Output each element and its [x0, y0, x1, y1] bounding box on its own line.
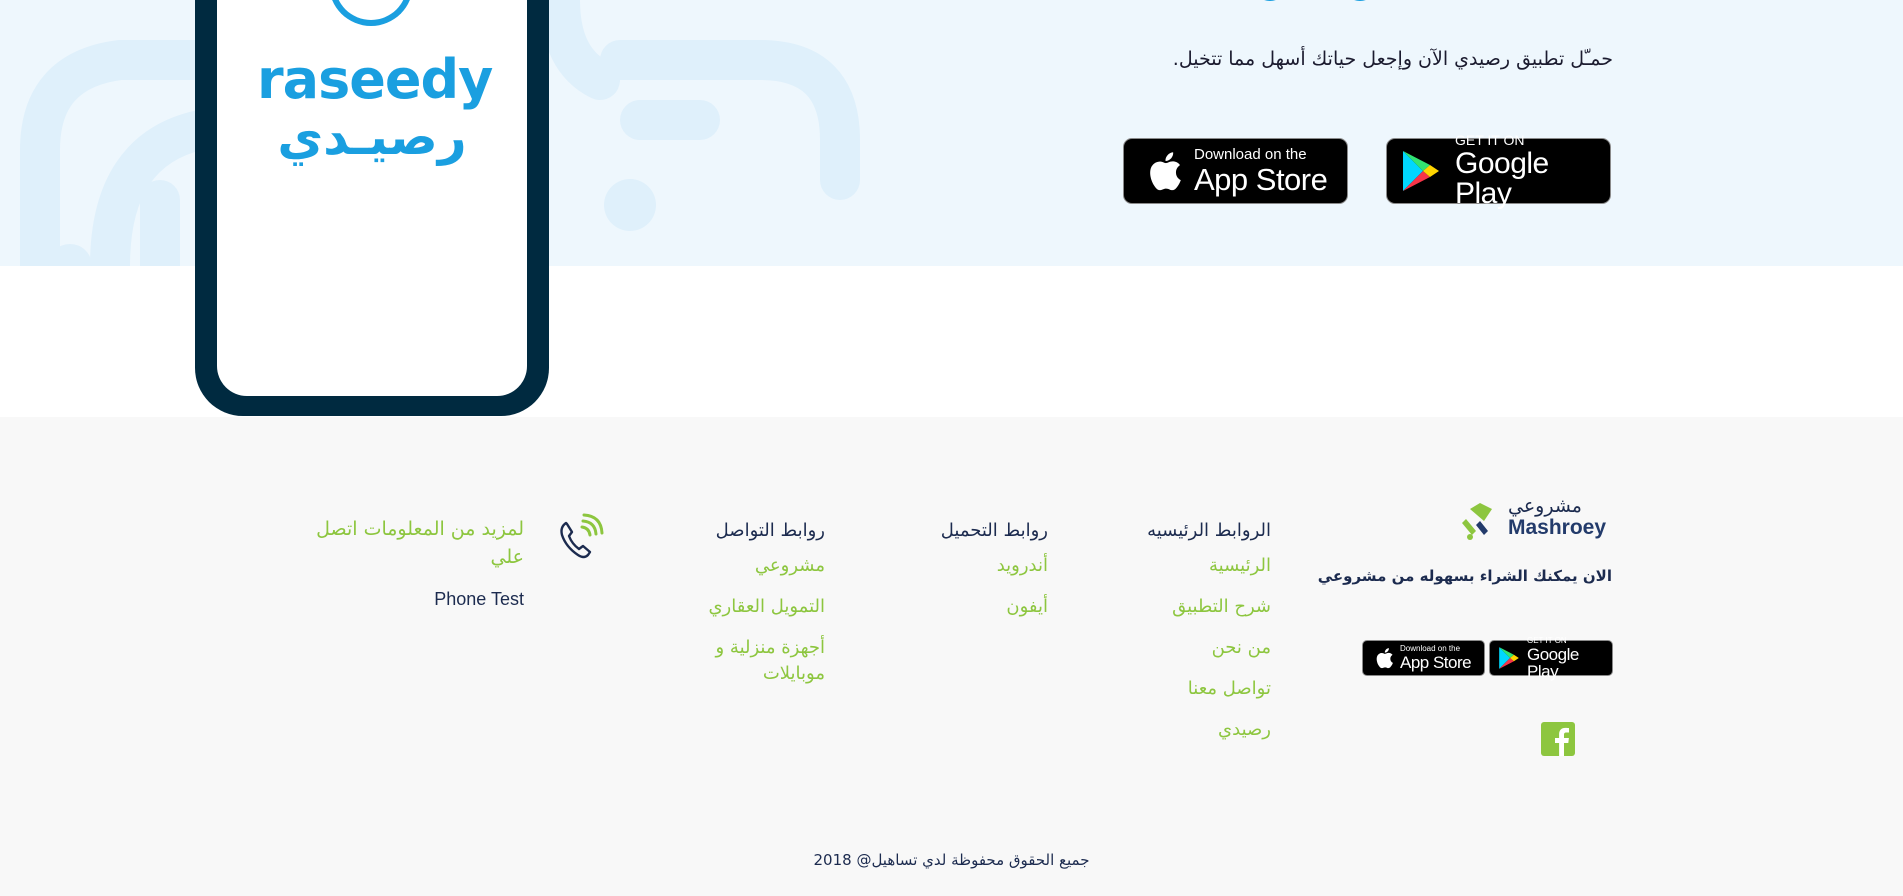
google-play-icon [1498, 646, 1520, 670]
google-play-small-text: GET IT ON [1527, 635, 1567, 645]
apple-icon [1373, 646, 1395, 670]
copyright-text: جميع الحقوق محفوظة لدي تساهيل@ 2018 [813, 851, 1090, 869]
google-play-icon [1401, 149, 1441, 193]
mashroey-logo-ar: مشروعي [1508, 495, 1582, 517]
app-store-small-text: Download on the [1194, 146, 1307, 163]
raseedy-logo-mark [329, 0, 413, 26]
raseedy-logo-en: raseedy [257, 48, 493, 111]
footer-link-app-guide[interactable]: شرح التطبيق [1071, 594, 1271, 620]
contact-title: لمزيد من المعلومات اتصل علي [316, 518, 524, 568]
facebook-icon[interactable] [1541, 722, 1575, 756]
heading-fragment [1264, 0, 1366, 1]
site-footer: مشروعي Mashroey الان يمكنك الشراء بسهوله… [0, 417, 1903, 896]
phone-icon [560, 513, 604, 559]
mashroey-logo-en: Mashroey [1508, 516, 1607, 539]
app-store-small-text: Download on the [1400, 644, 1461, 653]
footer-google-play-button[interactable]: GET IT ON Google Play [1489, 635, 1613, 680]
app-store-button[interactable]: Download on the App Store [1123, 138, 1348, 204]
footer-link-mashroey[interactable]: مشروعي [675, 553, 825, 579]
google-play-big-text: Google Play [1527, 644, 1579, 681]
google-play-small-text: GET IT ON [1455, 132, 1525, 148]
phone-screen: raseedy رصيـدي [217, 0, 527, 396]
footer-link-home-appliances[interactable]: أجهزة منزلية و موبايلات [675, 635, 826, 687]
footer-link-raseedy[interactable]: رصيدي [1071, 717, 1271, 743]
apple-icon [1144, 149, 1184, 193]
app-store-big-text: App Store [1400, 653, 1472, 672]
raseedy-logo-ar: رصيـدي [277, 108, 467, 166]
footer-link-android[interactable]: أندرويد [908, 553, 1048, 579]
contact-phone[interactable]: Phone Test [434, 589, 524, 610]
footer-link-iphone[interactable]: أيفون [908, 594, 1048, 620]
footer-link-real-estate-finance[interactable]: التمويل العقاري [675, 594, 825, 620]
footer-link-about[interactable]: من نحن [1071, 635, 1271, 661]
download-links-column: روابط التحميل أندرويد أيفون [908, 520, 1048, 635]
footer-tagline: الان يمكنك الشراء بسهوله من مشروعي [1317, 567, 1612, 585]
google-play-button[interactable]: GET IT ON Google Play [1386, 133, 1611, 209]
footer-app-store-button[interactable]: Download on the App Store [1362, 640, 1485, 676]
footer-link-home[interactable]: الرئيسية [1071, 553, 1271, 579]
download-links-title: روابط التحميل [940, 520, 1048, 541]
social-links-column: روابط التواصل مشروعي التمويل العقاري أجه… [675, 520, 825, 695]
main-links-title: الروابط الرئيسيه [1147, 520, 1271, 541]
main-links-column: الروابط الرئيسيه الرئيسية شرح التطبيق من… [1071, 520, 1271, 758]
phone-mockup: raseedy رصيـدي [195, 0, 549, 416]
app-store-big-text: App Store [1194, 162, 1328, 197]
google-play-big-text: Google Play [1455, 147, 1549, 210]
social-links-title: روابط التواصل [715, 520, 825, 541]
footer-link-contact[interactable]: تواصل معنا [1071, 676, 1271, 702]
promo-text: حمـّل تطبيق رصيدي الآن وإجعل حياتك أسهل … [1172, 48, 1613, 70]
